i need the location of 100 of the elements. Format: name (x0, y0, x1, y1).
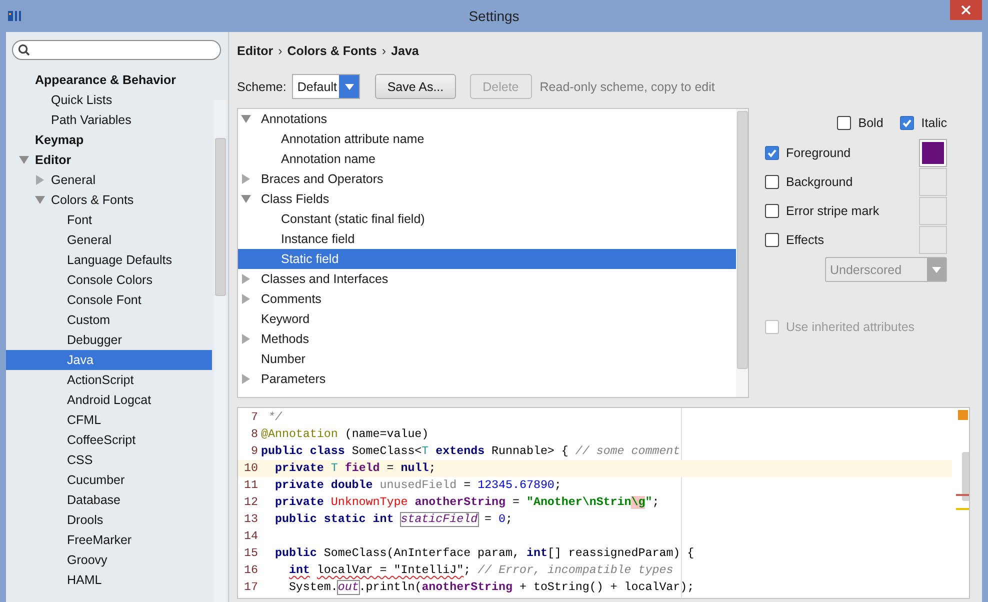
sidebar-item[interactable]: Groovy (6, 550, 212, 570)
sidebar-item[interactable]: FreeMarker (6, 530, 212, 550)
checkbox[interactable] (837, 116, 852, 130)
breadcrumb-item[interactable]: Java (391, 44, 419, 58)
attribute-item[interactable]: Class Fields (238, 189, 736, 209)
line-number: 8 (250, 428, 258, 441)
sidebar-item[interactable]: Colors & Fonts (6, 190, 212, 210)
sidebar-item[interactable]: Language Defaults (6, 250, 212, 270)
disclosure-triangle-icon[interactable] (241, 294, 251, 304)
disclosure-triangle-icon[interactable] (241, 174, 251, 184)
sidebar-item[interactable]: ActionScript (6, 370, 212, 390)
inspection-status-icon (958, 410, 968, 420)
attribute-item[interactable]: Number (238, 349, 736, 369)
disclosure-triangle-icon[interactable] (241, 334, 251, 344)
line-number: 7 (250, 411, 258, 424)
sidebar-item[interactable]: CSS (6, 450, 212, 470)
app-logo-icon (8, 9, 22, 23)
italic-label: Italic (921, 116, 947, 130)
scheme-button[interactable]: Save As... (375, 74, 456, 99)
line-number: 10 (243, 462, 258, 475)
code-line: private double unusedField = 12345.67890; (274, 479, 562, 492)
scrollbar-thumb[interactable] (737, 111, 748, 369)
attribute-item[interactable]: Instance field (238, 229, 736, 249)
sidebar-item[interactable]: Path Variables (6, 110, 212, 130)
attribute-item[interactable]: Keyword (238, 309, 736, 329)
scrollbar-thumb[interactable] (962, 452, 969, 501)
scrollbar-thumb[interactable] (215, 138, 226, 296)
close-button[interactable] (950, 0, 982, 20)
sidebar-item[interactable]: Cucumber (6, 470, 212, 490)
code-line: @Annotation (name=value) (261, 428, 430, 441)
bold-label: Bold (858, 116, 884, 130)
sidebar-item[interactable]: CFML (6, 410, 212, 430)
attribute-item[interactable]: Constant (static final field) (238, 209, 736, 229)
sidebar-item[interactable]: Java (6, 350, 212, 370)
attribute-item[interactable]: Comments (238, 289, 736, 309)
error-stripe-mark (956, 494, 969, 496)
code-line: private T field = null; (274, 462, 437, 475)
line-number: 9 (250, 445, 258, 458)
close-icon (961, 5, 971, 15)
inherit-label: Use inherited attributes (786, 320, 915, 334)
sidebar-item[interactable]: General (6, 170, 212, 190)
disclosure-triangle-icon[interactable] (19, 155, 29, 165)
code-line: private UnknownType anotherString = "Another\nStrin\g"; (274, 496, 660, 509)
breadcrumb-item[interactable]: Colors & Fonts (287, 44, 377, 58)
line-number: 16 (243, 564, 258, 577)
color-swatch[interactable] (919, 168, 947, 196)
caret-icon (932, 266, 941, 272)
disclosure-triangle-icon[interactable] (241, 114, 251, 124)
line-number: 11 (243, 479, 258, 492)
sidebar-item[interactable]: Android Logcat (6, 390, 212, 410)
sidebar-item[interactable]: General (6, 230, 212, 250)
sidebar-item[interactable]: Keymap (6, 130, 212, 150)
attribute-item[interactable]: Static field (238, 249, 736, 269)
checkbox[interactable] (765, 204, 779, 218)
attribute-item[interactable]: Methods (238, 329, 736, 349)
code-line: public class SomeClass<T extends Runnable> { // some comment (261, 445, 682, 458)
disclosure-triangle-icon[interactable] (241, 374, 251, 384)
color-swatch[interactable] (919, 226, 947, 254)
disclosure-triangle-icon[interactable] (241, 194, 251, 204)
search-icon (18, 44, 30, 56)
attribute-item[interactable]: Classes and Interfaces (238, 269, 736, 289)
attribute-item[interactable]: Annotation attribute name (238, 129, 736, 149)
line-number: 12 (243, 496, 258, 509)
window-title: Settings (468, 8, 520, 24)
sidebar-item[interactable]: Appearance & Behavior (6, 70, 212, 90)
attribute-item[interactable]: Annotations (238, 109, 736, 129)
disclosure-triangle-icon[interactable] (35, 175, 45, 185)
scheme-hint: Read-only scheme, copy to edit (540, 80, 715, 94)
checkbox[interactable] (765, 174, 779, 188)
sidebar-item[interactable]: Custom (6, 310, 212, 330)
sidebar-item[interactable]: Font (6, 210, 212, 230)
attribute-label: Background (786, 174, 853, 188)
checkbox[interactable] (765, 146, 779, 160)
sidebar-item[interactable]: Console Font (6, 290, 212, 310)
sidebar-item[interactable]: Debugger (6, 330, 212, 350)
sidebar-item[interactable]: Editor (6, 150, 212, 170)
sidebar-item[interactable]: HAML (6, 570, 212, 590)
sidebar-item[interactable]: Quick Lists (6, 90, 212, 110)
checkbox[interactable] (765, 232, 779, 246)
code-line: */ (266, 411, 284, 424)
disclosure-triangle-icon[interactable] (241, 274, 251, 284)
attribute-item[interactable]: Annotation name (238, 149, 736, 169)
code-line: public static int staticField = 0; (274, 513, 514, 526)
code-line: System.out.println(anotherString + toString() + localVar); (288, 581, 696, 594)
sidebar-item[interactable]: Database (6, 490, 212, 510)
attribute-label: Effects (786, 232, 824, 246)
sidebar-item[interactable]: Drools (6, 510, 212, 530)
search-field[interactable] (12, 40, 221, 60)
sidebar-item[interactable]: CoffeeScript (6, 430, 212, 450)
color-swatch[interactable] (919, 138, 947, 166)
disclosure-triangle-icon[interactable] (35, 195, 45, 205)
sidebar-item[interactable]: Console Colors (6, 270, 212, 290)
line-number: 15 (243, 547, 258, 560)
breadcrumb-separator: › (382, 44, 386, 58)
attribute-item[interactable]: Parameters (238, 369, 736, 389)
color-swatch[interactable] (919, 196, 947, 224)
scheme-dropdown[interactable]: Default (292, 74, 360, 99)
checkbox[interactable] (900, 116, 914, 130)
breadcrumb-item[interactable]: Editor (237, 44, 274, 58)
attribute-item[interactable]: Braces and Operators (238, 169, 736, 189)
